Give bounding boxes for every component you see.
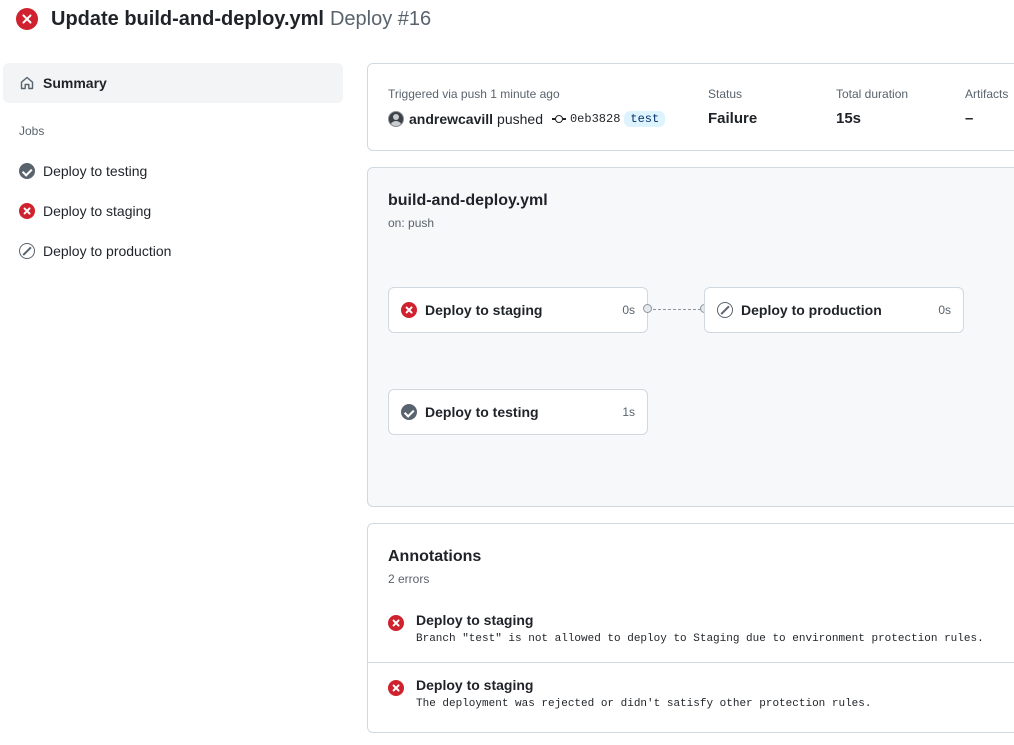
failure-x-icon bbox=[19, 203, 35, 219]
push-action: pushed bbox=[497, 111, 543, 127]
job-duration: 0s bbox=[622, 303, 635, 317]
annotations-card: Annotations 2 errors Deploy to staging B… bbox=[367, 523, 1014, 733]
failure-x-icon bbox=[388, 680, 404, 696]
artifacts-value: – bbox=[965, 110, 974, 127]
job-label: Deploy to staging bbox=[425, 302, 543, 318]
workflow-file-name[interactable]: build-and-deploy.yml bbox=[388, 192, 548, 210]
annotation-item[interactable]: Deploy to staging Branch "test" is not a… bbox=[368, 612, 1014, 645]
annotations-count: 2 errors bbox=[388, 572, 430, 586]
page-title: Update build-and-deploy.yml bbox=[51, 7, 324, 30]
annotation-title[interactable]: Deploy to staging bbox=[416, 677, 1014, 693]
sidebar-item-deploy-staging[interactable]: Deploy to staging bbox=[19, 201, 151, 221]
annotations-title: Annotations bbox=[388, 548, 482, 565]
home-icon bbox=[20, 76, 34, 90]
sidebar-item-label: Summary bbox=[43, 75, 107, 91]
failure-x-icon bbox=[401, 302, 417, 318]
divider bbox=[368, 662, 1014, 663]
sidebar-item-label: Deploy to staging bbox=[43, 203, 152, 219]
graph-job-deploy-production[interactable]: Deploy to production 0s bbox=[704, 287, 964, 333]
workflow-graph-card: build-and-deploy.yml on: push Deploy to … bbox=[367, 167, 1014, 507]
connector-dot bbox=[643, 304, 652, 313]
run-header: Update build-and-deploy.yml Deploy #16 bbox=[16, 6, 431, 32]
workflow-trigger: on: push bbox=[388, 216, 435, 230]
status-value: Failure bbox=[708, 110, 758, 127]
job-duration: 0s bbox=[938, 303, 951, 317]
sidebar-item-deploy-testing[interactable]: Deploy to testing bbox=[19, 161, 147, 181]
duration-value: 15s bbox=[836, 110, 862, 127]
trigger-text: Triggered via push 1 minute ago bbox=[388, 87, 560, 101]
annotation-message: The deployment was rejected or didn't sa… bbox=[416, 698, 872, 710]
sidebar-item-deploy-production[interactable]: Deploy to production bbox=[19, 241, 171, 261]
graph-job-deploy-staging[interactable]: Deploy to staging 0s bbox=[388, 287, 648, 333]
sidebar-item-label: Deploy to production bbox=[43, 243, 172, 259]
status-label: Status bbox=[708, 87, 743, 101]
jobs-heading: Jobs bbox=[19, 124, 45, 138]
check-circle-icon bbox=[401, 404, 417, 420]
job-duration: 1s bbox=[622, 405, 635, 419]
branch-badge[interactable]: test bbox=[624, 111, 666, 127]
check-circle-icon bbox=[19, 163, 35, 179]
graph-job-deploy-testing[interactable]: Deploy to testing 1s bbox=[388, 389, 648, 435]
annotation-title[interactable]: Deploy to staging bbox=[416, 612, 1014, 628]
artifacts-label: Artifacts bbox=[965, 87, 1009, 101]
duration-label: Total duration bbox=[836, 87, 909, 101]
git-commit-icon bbox=[551, 114, 566, 124]
sidebar-item-summary[interactable]: Summary bbox=[3, 63, 343, 103]
avatar[interactable] bbox=[388, 111, 404, 127]
failure-x-icon bbox=[16, 8, 38, 30]
skipped-slash-icon bbox=[717, 302, 733, 318]
job-label: Deploy to testing bbox=[425, 404, 539, 420]
sidebar-item-label: Deploy to testing bbox=[43, 163, 148, 179]
push-info: andrewcavill pushed 0eb3828 test bbox=[388, 110, 666, 128]
job-label: Deploy to production bbox=[741, 302, 882, 318]
commit-sha-link[interactable]: 0eb3828 bbox=[570, 112, 620, 126]
run-number: Deploy #16 bbox=[329, 7, 432, 30]
run-info-card: Triggered via push 1 minute ago andrewca… bbox=[367, 63, 1014, 151]
annotation-item[interactable]: Deploy to staging The deployment was rej… bbox=[368, 677, 1014, 710]
user-link[interactable]: andrewcavill bbox=[409, 111, 493, 127]
job-dependency-connector bbox=[648, 309, 706, 310]
skipped-slash-icon bbox=[19, 243, 35, 259]
annotation-message: Branch "test" is not allowed to deploy t… bbox=[416, 633, 984, 645]
failure-x-icon bbox=[388, 615, 404, 631]
